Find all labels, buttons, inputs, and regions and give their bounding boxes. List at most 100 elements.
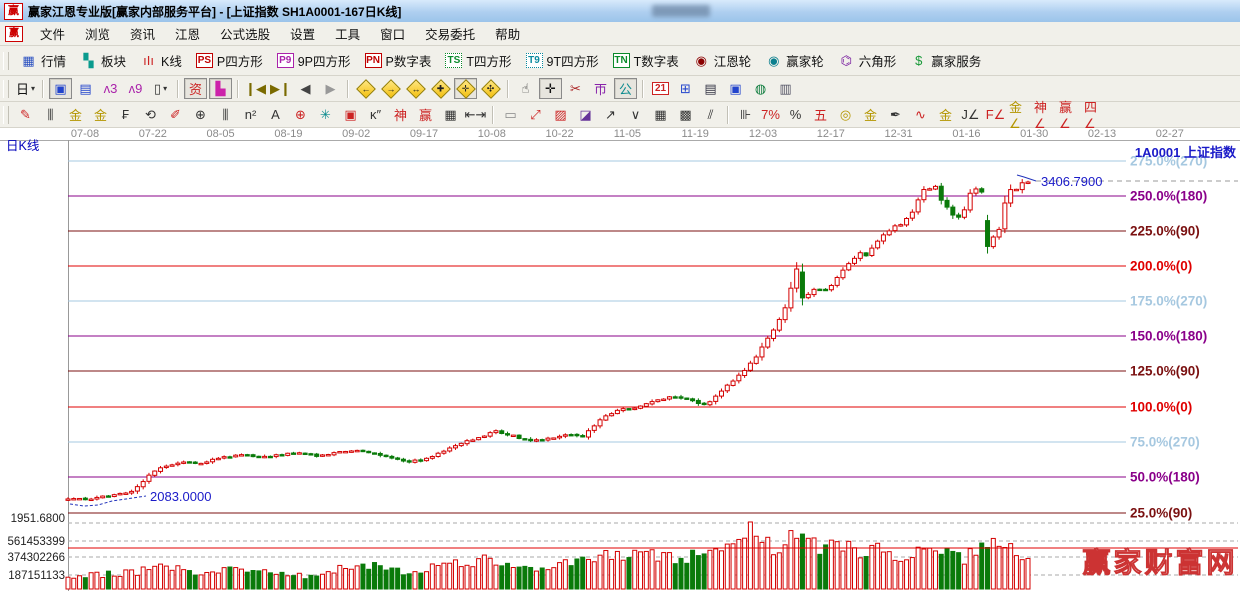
gann-width-icon[interactable]: ↔ [404, 78, 427, 99]
erase-drawing-icon[interactable]: ✂ [564, 78, 587, 99]
wave-tool-icon[interactable]: ∿ [909, 104, 932, 125]
square-wheel-tool-icon[interactable]: ▣ [339, 104, 362, 125]
percent-tool-icon[interactable]: % [784, 104, 807, 125]
menu-item-10[interactable]: 帮助 [485, 21, 530, 46]
menu-item-3[interactable]: 资讯 [120, 21, 165, 46]
p-square-button[interactable]: PSP四方形 [189, 49, 270, 72]
fund-flow-icon[interactable]: 资 [184, 78, 207, 99]
memo-icon[interactable]: ▤ [699, 78, 722, 99]
first-bar-icon[interactable]: ❙◀ [244, 78, 267, 99]
span-arrows-tool-icon[interactable]: ⇤⇥ [464, 104, 487, 125]
gold-grid2-tool-icon[interactable]: 金 [89, 104, 112, 125]
shen-grid-tool-icon[interactable]: 神 [389, 104, 412, 125]
kline-button[interactable]: ıIıK线 [133, 49, 189, 72]
chart-canvas[interactable]: 2083.00003406.7900275.0%(270)250.0%(180)… [0, 128, 1240, 591]
gold-level-tool-icon[interactable]: 金 [934, 104, 957, 125]
toolbar-grip[interactable] [3, 106, 9, 124]
grid-123-tool-icon[interactable]: ▦ [439, 104, 462, 125]
winner-wheel-button[interactable]: ◉赢家轮 [758, 49, 831, 72]
gold-grid-tool-icon[interactable]: 金 [64, 104, 87, 125]
spiral-tool-icon[interactable]: ⟲ [139, 104, 162, 125]
next-bar-icon[interactable]: ▶ [319, 78, 342, 99]
menu-item-9[interactable]: 交易委托 [415, 21, 485, 46]
hatch-square-tool-icon[interactable]: ▨ [549, 104, 572, 125]
k-mark-tool-icon[interactable]: ĸ″ [364, 104, 387, 125]
win-grid-tool-icon[interactable]: 赢 [414, 104, 437, 125]
rect-tool-icon[interactable]: ▭ [499, 104, 522, 125]
web-data-icon[interactable]: ◍ [749, 78, 772, 99]
kline-chart[interactable]: 2083.00003406.7900275.0%(270)250.0%(180)… [0, 128, 1240, 591]
wave-3-icon[interactable]: ʌ3 [99, 78, 122, 99]
fan-square-tool-icon[interactable]: ◪ [574, 104, 597, 125]
zigzag-tool-icon[interactable]: ∨ [624, 104, 647, 125]
gold-angle-tool-icon[interactable]: 金∠ [1009, 104, 1032, 125]
gann-compress-icon[interactable]: ✚ [429, 78, 452, 99]
smart-analysis-icon[interactable]: 公 [614, 78, 637, 99]
toolbar-grip[interactable] [3, 80, 9, 98]
f-angle-tool-icon[interactable]: F∠ [984, 104, 1007, 125]
prev-bar-icon[interactable]: ◀ [294, 78, 317, 99]
menu-item-4[interactable]: 江恩 [165, 21, 210, 46]
grid-ruler-tool-icon[interactable]: ⫼ [39, 104, 62, 125]
info-panel-icon[interactable]: ▣ [49, 78, 72, 99]
n2-tool-icon[interactable]: n² [239, 104, 262, 125]
target-circle-tool-icon[interactable]: ⊕ [289, 104, 312, 125]
crosshair-icon[interactable]: ✛ [539, 78, 562, 99]
gold-circle-tool-icon[interactable]: ◎ [834, 104, 857, 125]
period-dropdown[interactable]: 日▾ [14, 78, 37, 99]
bar-style-dropdown[interactable]: ▯▾ [149, 78, 172, 99]
gann-left-icon[interactable]: ← [354, 78, 377, 99]
gann-tools-icon[interactable]: 帀 [589, 78, 612, 99]
gann-right-icon[interactable]: → [379, 78, 402, 99]
grid-box2-tool-icon[interactable]: ▩ [674, 104, 697, 125]
calculator-icon[interactable]: ⊞ [674, 78, 697, 99]
star-wheel-tool-icon[interactable]: ✳ [314, 104, 337, 125]
gann-expand-icon[interactable]: ✣ [479, 78, 502, 99]
shen-angle-tool-icon[interactable]: 神∠ [1034, 104, 1057, 125]
pan-hand-icon[interactable]: ☝ [514, 78, 537, 99]
brush-tool-icon[interactable]: ✐ [164, 104, 187, 125]
menu-item-6[interactable]: 设置 [280, 21, 325, 46]
t9-square-button[interactable]: T99T四方形 [519, 49, 606, 72]
price-bars-tool-icon[interactable]: ⊪ [734, 104, 757, 125]
gann-wheel-button[interactable]: ◉江恩轮 [686, 49, 759, 72]
wave-9-icon[interactable]: ʌ9 [124, 78, 147, 99]
five-pct-line-tool-icon[interactable]: 五 [809, 104, 832, 125]
p9-square-button[interactable]: P99P四方形 [270, 49, 358, 72]
menu-item-1[interactable]: 文件 [30, 21, 75, 46]
parallel-lines-tool-icon[interactable]: ⫽ [699, 104, 722, 125]
pencil-tool-icon[interactable]: ✎ [14, 104, 37, 125]
last-bar-icon[interactable]: ▶❙ [269, 78, 292, 99]
toolbar-grip[interactable] [3, 52, 9, 70]
sectors-button[interactable]: ▚板块 [73, 49, 133, 72]
gold-lines-tool-icon[interactable]: 金 [859, 104, 882, 125]
pen-angle-tool-icon[interactable]: ✒ [884, 104, 907, 125]
menu-item-8[interactable]: 窗口 [370, 21, 415, 46]
gann-center-icon[interactable]: ✛ [454, 78, 477, 99]
j-angle-tool-icon[interactable]: J∠ [959, 104, 982, 125]
circle-six-tool-icon[interactable]: ⊕ [189, 104, 212, 125]
calendar-icon[interactable]: 21 [649, 78, 672, 99]
t-square-button[interactable]: TST四方形 [438, 49, 518, 72]
quotes-button[interactable]: ▦行情 [13, 49, 73, 72]
arrow-line-tool-icon[interactable]: ↗ [599, 104, 622, 125]
p-number-table-button[interactable]: PNP数字表 [358, 49, 439, 72]
t-number-table-button[interactable]: TNT数字表 [606, 49, 686, 72]
menu-item-2[interactable]: 浏览 [75, 21, 120, 46]
f10-report-icon[interactable]: ▤ [74, 78, 97, 99]
hexagon-button[interactable]: ⌬六角形 [831, 49, 904, 72]
menu-item-5[interactable]: 公式选股 [210, 21, 280, 46]
text-tool-icon[interactable]: A [264, 104, 287, 125]
percent-slope-tool-icon[interactable]: 7% [759, 104, 782, 125]
winner-service-button[interactable]: $赢家服务 [903, 49, 988, 72]
menu-item-7[interactable]: 工具 [325, 21, 370, 46]
ray-fan-tool-icon[interactable]: ⤢ [524, 104, 547, 125]
f-grid-tool-icon[interactable]: ₣ [114, 104, 137, 125]
color-histogram-icon[interactable]: ▙ [209, 78, 232, 99]
win-angle-tool-icon[interactable]: 赢∠ [1059, 104, 1082, 125]
grid-box-tool-icon[interactable]: ▦ [649, 104, 672, 125]
save-icon[interactable]: ▣ [724, 78, 747, 99]
workstation-icon[interactable]: ▥ [774, 78, 797, 99]
four-angle-tool-icon[interactable]: 四∠ [1084, 104, 1107, 125]
comb-tool-icon[interactable]: ⫼ [214, 104, 237, 125]
